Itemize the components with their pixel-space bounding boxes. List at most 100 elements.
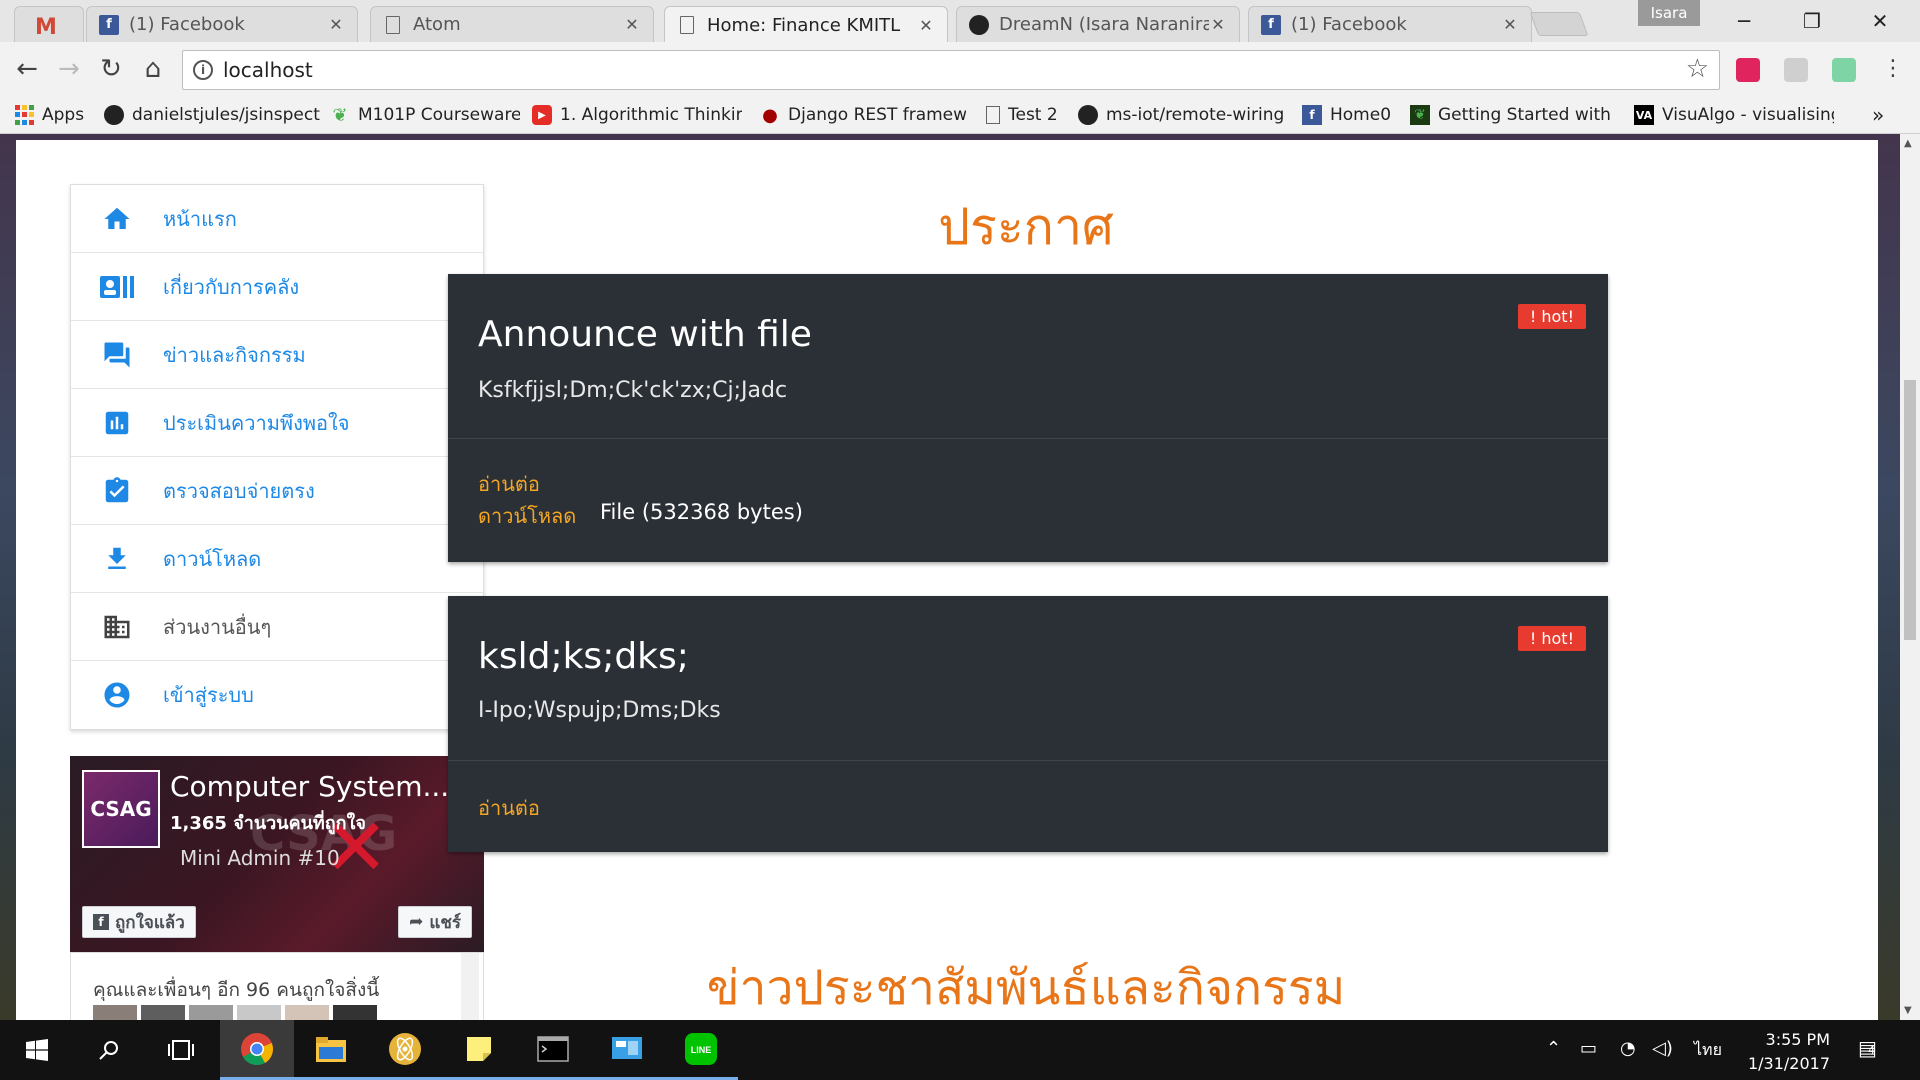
tab-facebook-1[interactable]: f (1) Facebook ✕ — [86, 6, 358, 42]
download-icon — [99, 543, 135, 575]
close-tab-icon[interactable]: ✕ — [1209, 15, 1227, 34]
extension-icon[interactable] — [1784, 58, 1808, 82]
github-icon — [104, 105, 124, 125]
home-icon — [99, 203, 135, 235]
sidebar-item-download[interactable]: ดาวน์โหลด — [71, 525, 483, 593]
control-panel-icon[interactable] — [590, 1020, 664, 1080]
clock[interactable]: 3:55 PM 1/31/2017 — [1748, 1028, 1830, 1076]
task-view-icon[interactable] — [144, 1020, 218, 1080]
bookmark-jsinspect[interactable]: danielstjules/jsinspect — [104, 102, 324, 128]
menu-icon[interactable]: ⋮ — [1876, 52, 1910, 86]
bookmark-label: Home0 — [1330, 105, 1392, 125]
bookmark-remote-wiring[interactable]: ms-iot/remote-wiring — [1078, 102, 1288, 128]
bookmark-django[interactable]: ● Django REST framewo — [760, 102, 966, 128]
page-logo[interactable]: CSAG — [82, 770, 160, 848]
bookmark-star-icon[interactable]: ☆ — [1686, 54, 1709, 84]
page-scrollbar[interactable]: ▲ ▼ — [1900, 134, 1920, 1020]
github-icon — [1078, 105, 1098, 125]
page-icon — [386, 15, 400, 34]
address-bar[interactable]: i localhost ☆ — [182, 50, 1720, 90]
bookmark-algorithmic[interactable]: ▶ 1. Algorithmic Thinkin — [532, 102, 742, 128]
profile-button[interactable]: Isara — [1638, 0, 1700, 26]
back-arrow-icon[interactable]: ← — [10, 52, 44, 86]
sidebar-item-direct-payment[interactable]: ตรวจสอบจ่ายตรง — [71, 457, 483, 525]
friend-avatar[interactable] — [141, 1005, 185, 1020]
friend-avatar[interactable] — [93, 1005, 137, 1020]
announcements-heading: ประกาศ — [938, 198, 1114, 256]
language-indicator[interactable]: ไทย — [1694, 1038, 1722, 1063]
gmail-icon: M — [35, 15, 57, 40]
announcement-title: Announce with file — [478, 314, 812, 355]
building-icon — [99, 611, 135, 643]
atom-icon[interactable] — [368, 1020, 442, 1080]
start-icon[interactable] — [0, 1020, 74, 1080]
bookmark-m101p[interactable]: ❦ M101P Courseware — [330, 102, 520, 128]
share-button[interactable]: ➦ แชร์ — [398, 906, 472, 938]
tab-atom[interactable]: Atom ✕ — [370, 6, 654, 42]
bookmark-getting-started[interactable]: ❦ Getting Started with N — [1410, 102, 1616, 128]
sidebar-item-about[interactable]: เกี่ยวกับการคลัง — [71, 253, 483, 321]
home-icon[interactable]: ⌂ — [136, 52, 170, 86]
extension-icon[interactable] — [1832, 58, 1856, 82]
extension-icon[interactable] — [1736, 58, 1760, 82]
tab-home-finance[interactable]: Home: Finance KMITL ✕ — [664, 6, 948, 43]
hot-badge: ! hot! — [1517, 304, 1586, 329]
sticky-notes-icon[interactable] — [442, 1020, 516, 1080]
friend-avatar[interactable] — [285, 1005, 329, 1020]
read-more-link[interactable]: อ่านต่อ — [478, 468, 540, 500]
download-link[interactable]: ดาวน์โหลด — [478, 500, 576, 532]
tab-github[interactable]: DreamN (Isara Naranirat ✕ — [956, 6, 1240, 42]
cmd-icon[interactable] — [516, 1020, 590, 1080]
close-tab-icon[interactable]: ✕ — [623, 15, 641, 34]
announcement-card: ! hot! Announce with file Ksfkfjjsl;Dm;C… — [448, 274, 1608, 562]
scroll-down-arrow-icon[interactable]: ▼ — [1904, 1005, 1912, 1016]
line-icon[interactable]: LINE — [664, 1020, 738, 1080]
chevron-up-icon[interactable]: ⌃ — [1546, 1038, 1561, 1059]
page-icon — [680, 16, 694, 34]
bookmark-apps[interactable]: Apps — [14, 102, 94, 128]
like-button[interactable]: f ถูกใจแล้ว — [82, 906, 196, 938]
tab-strip: M f (1) Facebook ✕ Atom ✕ Home: Finance … — [0, 0, 1920, 43]
bookmark-label: VisuAlgo - visualising — [1662, 105, 1834, 125]
close-tab-icon[interactable]: ✕ — [327, 15, 345, 34]
friend-avatar[interactable] — [189, 1005, 233, 1020]
minimize-icon[interactable]: ─ — [1714, 0, 1774, 42]
scroll-thumb[interactable] — [1904, 380, 1916, 640]
scroll-up-arrow-icon[interactable]: ▲ — [1904, 138, 1912, 149]
friend-avatar[interactable] — [333, 1005, 377, 1020]
more-bookmarks-chevron-icon[interactable]: » — [1872, 102, 1896, 128]
close-tab-icon[interactable]: ✕ — [917, 16, 935, 35]
notifications-icon[interactable]: ▤ 4 — [1858, 1036, 1877, 1060]
sidebar-item-login[interactable]: เข้าสู่ระบบ — [71, 661, 483, 729]
wifi-icon[interactable]: ◔ — [1620, 1038, 1636, 1059]
battery-icon[interactable]: ▭ — [1580, 1038, 1597, 1059]
new-tab-button[interactable] — [1529, 12, 1589, 36]
bookmark-home0[interactable]: f Home0 — [1302, 102, 1398, 128]
volume-icon[interactable]: ◁) — [1652, 1038, 1673, 1059]
facebook-page-widget[interactable]: CSAG ✕ CSAG Computer System... 1,365 จำน… — [70, 756, 484, 952]
read-more-link[interactable]: อ่านต่อ — [478, 792, 540, 824]
friend-avatar[interactable] — [237, 1005, 281, 1020]
sidebar-item-other-units[interactable]: ส่วนงานอื่นๆ — [71, 593, 483, 661]
reload-icon[interactable]: ↻ — [94, 52, 128, 86]
page-name[interactable]: Computer System... — [170, 770, 449, 803]
forward-arrow-icon[interactable]: → — [52, 52, 86, 86]
file-link[interactable]: File (532368 bytes) — [600, 500, 803, 524]
chrome-icon[interactable] — [220, 1020, 294, 1080]
tab-facebook-2[interactable]: f (1) Facebook ✕ — [1248, 6, 1532, 42]
tab-title: (1) Facebook — [1291, 14, 1407, 35]
close-tab-icon[interactable]: ✕ — [1501, 15, 1519, 34]
info-icon[interactable]: i — [193, 60, 213, 80]
sidebar-item-home[interactable]: หน้าแรก — [71, 185, 483, 253]
restore-icon[interactable]: ❐ — [1782, 0, 1842, 42]
url-text[interactable]: localhost — [223, 58, 313, 82]
page-content: หน้าแรก เกี่ยวกับการคลัง ข่าวและกิจกรรม … — [16, 140, 1878, 1020]
tab-gmail[interactable]: M — [14, 6, 84, 42]
search-icon[interactable] — [72, 1020, 146, 1080]
sidebar-item-news[interactable]: ข่าวและกิจกรรม — [71, 321, 483, 389]
sidebar-item-survey[interactable]: ประเมินความพึงพอใจ — [71, 389, 483, 457]
bookmark-visualgo[interactable]: VA VisuAlgo - visualising — [1634, 102, 1834, 128]
file-explorer-icon[interactable] — [294, 1020, 368, 1080]
close-window-icon[interactable]: ✕ — [1850, 0, 1910, 42]
bookmark-test2[interactable]: Test 2 — [986, 102, 1066, 128]
